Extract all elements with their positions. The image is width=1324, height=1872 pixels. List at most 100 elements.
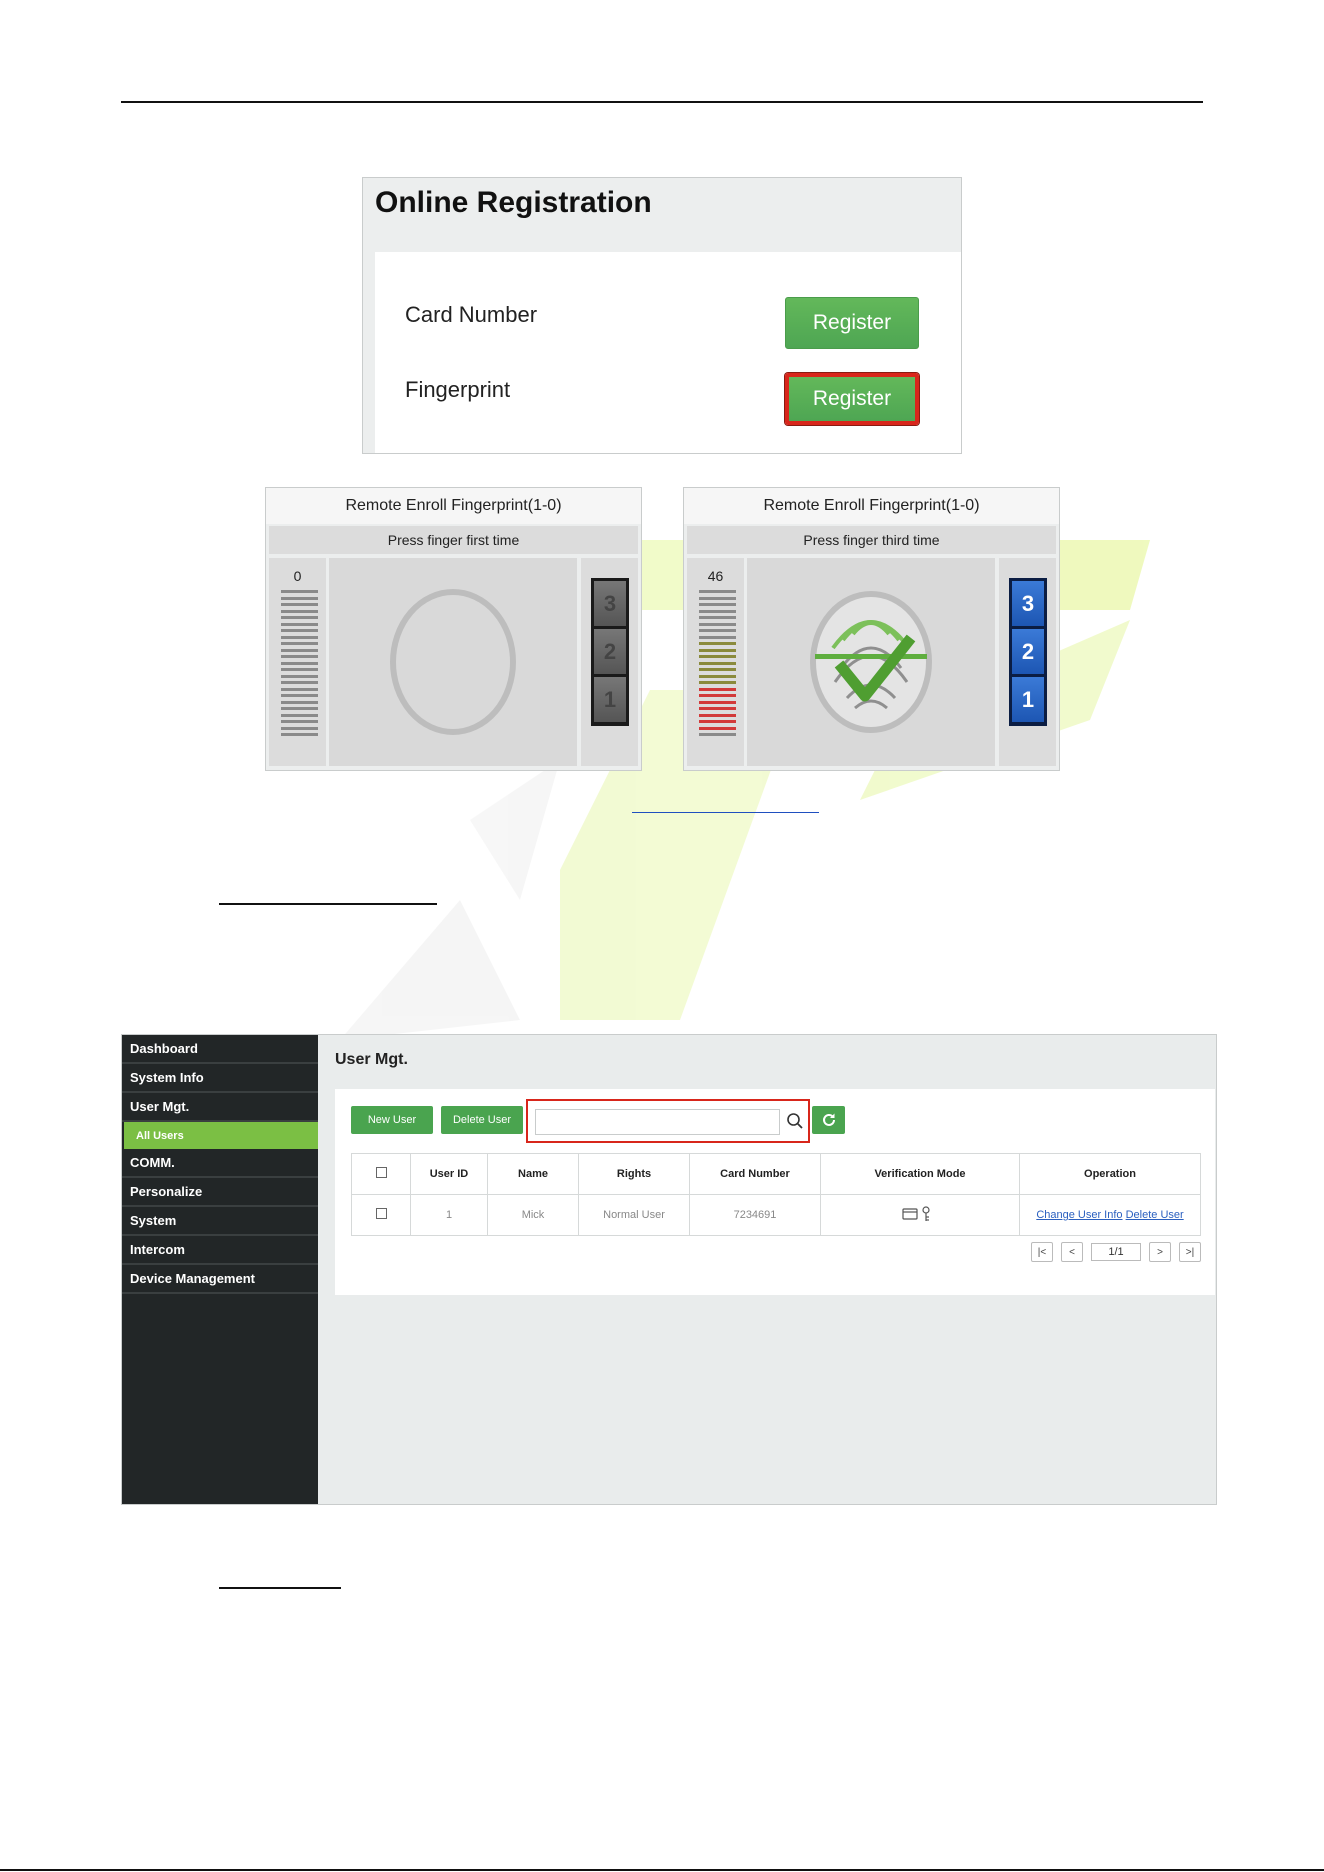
quality-bar (699, 603, 736, 606)
col-rights[interactable]: Rights (578, 1153, 690, 1195)
quality-bar (281, 694, 318, 697)
quality-bar (699, 700, 736, 704)
quality-bar (281, 629, 318, 632)
quality-bar (699, 616, 736, 619)
card-register-button[interactable]: Register (785, 297, 919, 349)
quality-bar (699, 609, 736, 613)
quality-count: 46 (707, 568, 724, 584)
user-list-card: New User Delete User User ID Name Rights (335, 1089, 1215, 1295)
quality-bar (281, 720, 318, 723)
sidebar-item-intercom[interactable]: Intercom (122, 1236, 318, 1265)
fingerprint-success-icon (810, 591, 932, 733)
section-heading-underline (219, 1587, 341, 1589)
quality-bar (281, 668, 318, 671)
quality-bar (699, 668, 736, 671)
sidebar-item-system[interactable]: System (122, 1207, 318, 1236)
quality-bar (699, 596, 736, 600)
quality-bar (699, 629, 736, 632)
quality-bar (281, 635, 318, 639)
search-input[interactable] (535, 1109, 780, 1135)
new-user-button[interactable]: New User (351, 1106, 433, 1134)
press-count-column: 3 2 1 (581, 558, 638, 766)
quality-bar (281, 596, 318, 600)
delete-user-link[interactable]: Delete User (1126, 1209, 1184, 1221)
last-page-button[interactable]: >| (1179, 1242, 1201, 1262)
quality-bar (281, 700, 318, 704)
quality-bars (699, 590, 736, 760)
row-checkbox[interactable] (375, 1208, 387, 1219)
press-step-3: 3 (594, 581, 626, 626)
cell-rights: Normal User (578, 1194, 690, 1236)
select-all-cell (351, 1153, 411, 1195)
user-mgt-window: Dashboard System Info User Mgt. All User… (121, 1034, 1217, 1505)
quality-bar (699, 648, 736, 652)
footer-rule (0, 1869, 1324, 1871)
section-heading-underline (219, 903, 437, 905)
sidebar-subitem-all-users[interactable]: All Users (124, 1122, 318, 1149)
press-step-1: 1 (1012, 677, 1044, 722)
search-icon[interactable] (786, 1112, 804, 1130)
page-title: User Mgt. (335, 1051, 408, 1068)
user-table: User ID Name Rights Card Number Verifica… (351, 1153, 1201, 1236)
verification-icons (902, 1205, 930, 1221)
first-page-button[interactable]: |< (1031, 1242, 1053, 1262)
sidebar-item-personalize[interactable]: Personalize (122, 1178, 318, 1207)
quality-bar (281, 616, 318, 619)
cell-operation: Change User Info Delete User (1019, 1194, 1201, 1236)
fingerprint-area (329, 558, 577, 766)
sidebar-item-comm[interactable]: COMM. (122, 1149, 318, 1178)
next-page-button[interactable]: > (1149, 1242, 1171, 1262)
col-operation[interactable]: Operation (1019, 1153, 1201, 1195)
quality-bar (281, 622, 318, 626)
sidebar-item-device-management[interactable]: Device Management (122, 1265, 318, 1294)
quality-bar (699, 713, 736, 717)
quality-bar (281, 713, 318, 717)
quality-bar (699, 726, 736, 730)
row-select-cell (351, 1194, 411, 1236)
card-number-label: Card Number (405, 302, 538, 327)
quality-bar (699, 674, 736, 678)
col-verification-mode[interactable]: Verification Mode (820, 1153, 1020, 1195)
enroll-title: Remote Enroll Fingerprint(1-0) (684, 488, 1059, 524)
quality-bar (281, 642, 318, 645)
quality-bar (699, 642, 736, 645)
press-count-column: 3 2 1 (999, 558, 1056, 766)
col-card-number[interactable]: Card Number (689, 1153, 821, 1195)
sidebar-item-system-info[interactable]: System Info (122, 1064, 318, 1093)
quality-bar (281, 655, 318, 658)
quality-count: 0 (293, 568, 302, 584)
online-registration-title: Online Registration (375, 186, 652, 219)
enroll-title: Remote Enroll Fingerprint(1-0) (266, 488, 641, 524)
cell-name: Mick (487, 1194, 579, 1236)
select-all-checkbox[interactable] (375, 1167, 387, 1178)
quality-bars (281, 590, 318, 760)
quality-bar (699, 661, 736, 665)
caption-underline (632, 812, 819, 813)
press-step-1: 1 (594, 677, 626, 722)
sidebar-item-dashboard[interactable]: Dashboard (122, 1035, 318, 1064)
quality-meter: 46 (687, 558, 744, 766)
quality-bar (699, 694, 736, 697)
enroll-panel-first: Remote Enroll Fingerprint(1-0) Press fin… (265, 487, 642, 771)
refresh-button[interactable] (812, 1106, 845, 1134)
quality-bar (699, 681, 736, 684)
pagination: |< < 1/1 > >| (1031, 1242, 1201, 1262)
enroll-panel-third: Remote Enroll Fingerprint(1-0) Press fin… (683, 487, 1060, 771)
col-user-id[interactable]: User ID (410, 1153, 488, 1195)
change-user-info-link[interactable]: Change User Info (1036, 1209, 1122, 1221)
sidebar-item-user-mgt[interactable]: User Mgt. (122, 1093, 318, 1122)
col-name[interactable]: Name (487, 1153, 579, 1195)
quality-bar (281, 661, 318, 665)
quality-meter: 0 (269, 558, 326, 766)
cell-card-number: 7234691 (689, 1194, 821, 1236)
page-indicator[interactable]: 1/1 (1091, 1243, 1141, 1261)
quality-bar (699, 622, 736, 626)
prev-page-button[interactable]: < (1061, 1242, 1083, 1262)
press-step-2: 2 (594, 629, 626, 674)
fingerprint-register-button[interactable]: Register (785, 373, 919, 425)
quality-bar (281, 681, 318, 684)
quality-bar (699, 635, 736, 639)
delete-user-button[interactable]: Delete User (441, 1106, 523, 1134)
quality-bar (699, 707, 736, 710)
quality-bar (281, 590, 318, 593)
